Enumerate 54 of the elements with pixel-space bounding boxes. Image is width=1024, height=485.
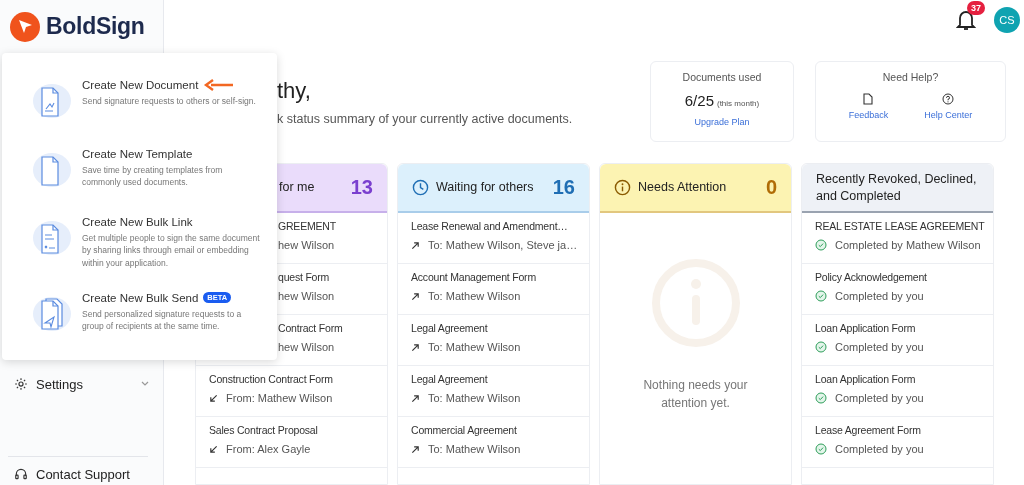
column-count: 0	[765, 176, 777, 199]
notification-button[interactable]	[956, 9, 976, 31]
column-title: for me	[278, 179, 316, 196]
column-title: Waiting for others	[436, 179, 535, 196]
menu-item-description: Save time by creating templates from commonly used documents.	[82, 163, 224, 189]
help-icon	[942, 93, 955, 105]
menu-item-title: Create New Template	[82, 147, 193, 160]
document-icon	[32, 82, 72, 120]
arrow-down-left-icon	[209, 444, 218, 454]
clock-icon	[412, 179, 429, 196]
sidebar-item[interactable]: Settings	[0, 373, 163, 395]
info-icon	[614, 179, 631, 196]
check-circle-icon	[815, 290, 827, 302]
menu-item-title: Create New Bulk Link	[82, 216, 193, 229]
usage-count: 6/25	[684, 92, 714, 109]
column-title: Needs Attention	[638, 179, 728, 196]
check-circle-icon	[815, 392, 827, 404]
check-circle-icon	[815, 443, 827, 455]
document-icon	[32, 219, 72, 258]
logo-icon	[10, 11, 40, 42]
arrow-down-left-icon	[209, 393, 218, 403]
upgrade-link[interactable]: Upgrade Plan	[694, 117, 750, 127]
menu-item-title: Create New Document	[82, 79, 199, 91]
chevron-down-icon	[141, 381, 149, 387]
brand-name: BoldSign	[46, 13, 145, 40]
card-title: Documents used	[682, 71, 762, 83]
arrow-up-right-icon	[411, 393, 420, 403]
document-icon	[32, 150, 72, 189]
help-link[interactable]: Feedback	[848, 93, 889, 120]
usage-period: (this month)	[717, 99, 760, 108]
menu-item-description: Send signature requests to others or self-sign.	[82, 95, 257, 108]
menu-item[interactable]: Create New Document Send signature requests to others or self-sign.	[32, 79, 267, 148]
arrow-up-right-icon	[411, 240, 420, 250]
column-title: Recently Revoked, Declined, and Completed	[816, 171, 978, 204]
document-icon	[863, 93, 874, 105]
check-circle-icon	[815, 341, 827, 353]
notification-count: 37	[967, 1, 985, 15]
headset-icon	[14, 467, 28, 481]
card-title: Need Help?	[882, 71, 939, 83]
empty-message: Nothing needs your attention yet.	[642, 377, 749, 412]
greeting-title: thy,	[277, 78, 312, 104]
settings-icon	[14, 377, 28, 391]
pointer-arrow-icon	[203, 79, 234, 91]
sidebar-item[interactable]: Contact Support	[0, 463, 163, 485]
column-count: 16	[552, 176, 575, 199]
check-circle-icon	[815, 239, 827, 251]
column-count: 13	[350, 176, 373, 199]
arrow-up-right-icon	[411, 291, 420, 301]
document-icon	[32, 294, 72, 333]
arrow-up-right-icon	[411, 444, 420, 454]
greeting-subtitle: k status summary of your currently active documents.	[277, 112, 574, 126]
arrow-up-right-icon	[411, 342, 420, 352]
help-link[interactable]: Help Center	[924, 93, 973, 120]
menu-item-title: Create New Bulk Send	[82, 291, 199, 304]
